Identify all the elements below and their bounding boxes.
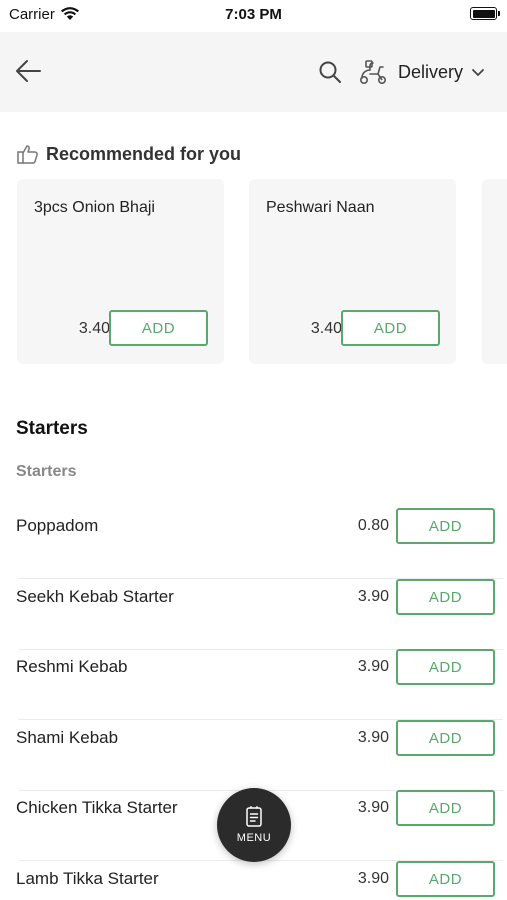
menu-item-price: 3.90: [357, 588, 389, 605]
menu-item-name: Seekh Kebab Starter: [16, 587, 174, 606]
top-bar: Delivery: [0, 32, 507, 112]
add-button[interactable]: ADD: [396, 861, 495, 897]
delivery-mode-select[interactable]: Delivery: [398, 60, 485, 84]
recommended-title: Recommended for you: [46, 143, 242, 164]
menu-item-price: 3.90: [357, 658, 389, 675]
search-icon: [319, 61, 341, 83]
menu-item-row[interactable]: Lamb Tikka Starter 3.90 ADD: [16, 861, 495, 900]
delivery-label: Delivery: [398, 61, 464, 82]
chevron-down-icon: [472, 69, 484, 76]
menu-fab-label: MENU: [236, 832, 272, 844]
recommended-item-name: 3pcs Onion Bhaji: [34, 199, 155, 216]
add-button[interactable]: ADD: [396, 649, 495, 685]
recommended-card[interactable]: 3pcs Onion Bhaji 3.40 ADD: [17, 179, 224, 364]
add-button[interactable]: ADD: [396, 579, 495, 615]
arrow-left-icon: [16, 60, 41, 82]
section-title: Starters: [16, 418, 88, 439]
menu-item-row[interactable]: Poppadom 0.80 ADD: [16, 508, 503, 579]
recommended-item-price: 3.40: [78, 320, 110, 337]
menu-item-name: Reshmi Kebab: [16, 657, 128, 676]
menu-item-price: 3.90: [357, 799, 389, 816]
menu-fab-button[interactable]: MENU: [217, 788, 291, 862]
menu-item-price: 3.90: [357, 870, 389, 887]
back-button[interactable]: [14, 56, 44, 86]
add-button[interactable]: ADD: [396, 790, 495, 826]
menu-book-icon: [246, 806, 262, 827]
menu-item-name: Lamb Tikka Starter: [16, 869, 159, 888]
menu-item-name: Poppadom: [16, 516, 99, 535]
search-button[interactable]: [318, 60, 342, 84]
scooter-icon: [359, 60, 386, 84]
menu-item-row[interactable]: Reshmi Kebab 3.90 ADD: [16, 649, 503, 720]
menu-item-row[interactable]: Shami Kebab 3.90 ADD: [16, 720, 503, 791]
add-button[interactable]: ADD: [341, 310, 440, 346]
menu-item-name: Chicken Tikka Starter: [16, 798, 178, 817]
menu-item-row[interactable]: Seekh Kebab Starter 3.90 ADD: [16, 579, 503, 650]
status-bar: Carrier 7:03 PM: [0, 0, 507, 32]
subsection-title: Starters: [16, 463, 77, 480]
recommended-item-name: Peshwari Naan: [266, 199, 375, 216]
battery-icon: [470, 7, 500, 20]
menu-item-name: Shami Kebab: [16, 728, 119, 747]
recommended-item-price: 3.40: [310, 320, 342, 337]
add-button[interactable]: ADD: [109, 310, 208, 346]
clock: 7:03 PM: [225, 6, 282, 23]
thumbs-up-icon: [17, 145, 38, 164]
menu-item-price: 3.90: [357, 729, 389, 746]
recommended-card-partial[interactable]: [482, 179, 507, 364]
menu-item-price: 0.80: [357, 517, 389, 534]
recommended-heading: Recommended for you: [16, 142, 241, 166]
add-button[interactable]: ADD: [396, 508, 495, 544]
recommended-card[interactable]: Peshwari Naan 3.40 ADD: [249, 179, 456, 364]
add-button[interactable]: ADD: [396, 720, 495, 756]
